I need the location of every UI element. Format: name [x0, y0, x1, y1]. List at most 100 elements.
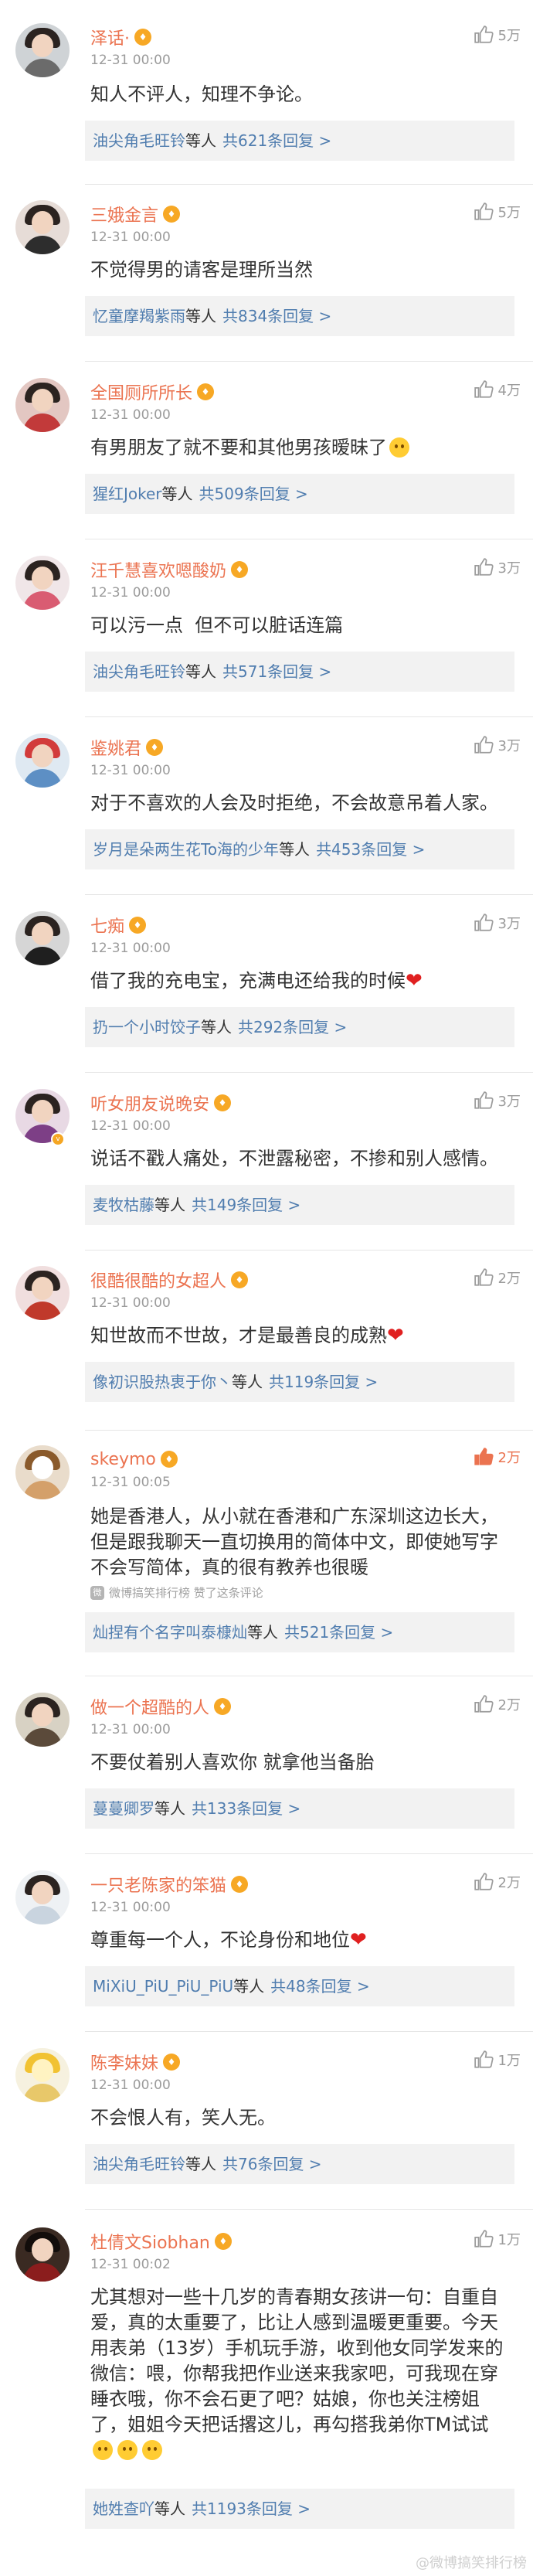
username[interactable]: 泽话·: [90, 25, 130, 49]
like-button[interactable]: 2万: [474, 1447, 521, 1467]
thumbs-up-icon: [474, 202, 494, 220]
reply-count-link[interactable]: 共834条回复 >: [222, 307, 331, 325]
reply-count-link[interactable]: 共149条回复 >: [192, 1196, 300, 1214]
like-button[interactable]: 1万: [474, 2050, 521, 2070]
reply-summary[interactable]: 油尖角毛旺铃等人 共571条回复 >: [85, 652, 514, 692]
reply-count-link[interactable]: 共1193条回复 >: [192, 2499, 311, 2518]
thumbs-up-icon: [474, 558, 494, 576]
reply-names[interactable]: MiXiU_PiU_PiU_PiU: [93, 1977, 233, 1996]
reply-summary[interactable]: 忆童摩羯紫雨等人 共834条回复 >: [85, 296, 514, 336]
reply-summary[interactable]: 岁月是朵两生花To海的少年等人 共453条回复 >: [85, 829, 514, 869]
username[interactable]: 全国厕所所长: [90, 379, 192, 404]
username[interactable]: 陈李妹妹: [90, 2050, 158, 2074]
reply-names[interactable]: 蔓蔓卿罗: [93, 1799, 154, 1818]
avatar[interactable]: [15, 556, 70, 610]
like-count: 5万: [497, 28, 521, 44]
reply-names[interactable]: 她姓查吖: [93, 2499, 154, 2518]
username[interactable]: skeymo: [90, 1450, 156, 1469]
reply-count-link[interactable]: 共76条回复 >: [222, 2155, 322, 2173]
vip-badge-icon: ♦: [231, 561, 249, 578]
divider: [85, 1072, 533, 1073]
avatar[interactable]: [15, 378, 70, 432]
thumbs-up-icon: [474, 1448, 494, 1465]
reply-suffix: 等人: [185, 307, 216, 325]
username[interactable]: 听女朋友说晚安: [90, 1091, 209, 1115]
reply-count-link[interactable]: 共571条回复 >: [222, 662, 331, 681]
comment-time: 12-31 00:00: [90, 53, 171, 68]
comment-time: 12-31 00:00: [90, 1295, 171, 1311]
username[interactable]: 做一个超酷的人: [90, 1694, 209, 1719]
avatar[interactable]: [15, 1266, 70, 1320]
reply-summary[interactable]: 猩红Joker等人 共509条回复 >: [85, 474, 514, 514]
like-button[interactable]: 2万: [474, 1268, 521, 1288]
like-button[interactable]: 5万: [474, 202, 521, 222]
reply-names[interactable]: 油尖角毛旺铃: [93, 662, 185, 681]
comment-text: 不觉得男的请客是理所当然: [90, 259, 313, 281]
avatar[interactable]: [15, 1445, 70, 1499]
avatar[interactable]: [15, 200, 70, 254]
reply-names[interactable]: 猩红Joker: [93, 485, 162, 503]
avatar[interactable]: [15, 2227, 70, 2282]
reply-names[interactable]: 像初识股热衷于你丶: [93, 1373, 232, 1391]
like-button[interactable]: 4万: [474, 379, 521, 400]
reply-names[interactable]: 岁月是朵两生花To海的少年: [93, 840, 279, 859]
like-count: 1万: [497, 2232, 521, 2248]
reply-names[interactable]: 油尖角毛旺铃: [93, 131, 185, 150]
reply-count-link[interactable]: 共509条回复 >: [199, 485, 308, 503]
username[interactable]: 三娥金言: [90, 202, 158, 226]
reply-count-link[interactable]: 共119条回复 >: [269, 1373, 378, 1391]
avatar[interactable]: [15, 23, 70, 77]
username[interactable]: 杜倩文Siobhan: [90, 2229, 210, 2254]
comment-text: 她是香港人，从小就在香港和广东深圳这边长大，但是跟我聊天一直切换用的简体中文，即…: [90, 1506, 498, 1578]
like-button[interactable]: 3万: [474, 735, 521, 755]
reply-summary[interactable]: 扔一个小时饺子等人 共292条回复 >: [85, 1007, 514, 1047]
reply-suffix: 等人: [154, 2499, 185, 2518]
reply-names[interactable]: 灿捏有个名字叫泰槺灿: [93, 1623, 247, 1642]
vip-badge-icon: ♦: [134, 29, 151, 46]
avatar[interactable]: [15, 911, 70, 965]
reply-summary[interactable]: 麦牧枯藤等人 共149条回复 >: [85, 1185, 514, 1225]
like-button[interactable]: 3万: [474, 913, 521, 933]
username[interactable]: 汪千慧喜欢嗯酸奶: [90, 557, 226, 582]
like-button[interactable]: 1万: [474, 2229, 521, 2249]
like-button[interactable]: 5万: [474, 25, 521, 45]
avatar[interactable]: [15, 733, 70, 788]
reply-suffix: 等人: [154, 1799, 185, 1818]
reply-names[interactable]: 扔一个小时饺子: [93, 1018, 201, 1036]
reply-names[interactable]: 忆童摩羯紫雨: [93, 307, 185, 325]
comment-item: 泽话· ♦ 12-31 00:00 5万 知人不评人，知理不争论。 油尖角毛旺铃等…: [0, 22, 533, 185]
like-button[interactable]: 3万: [474, 1091, 521, 1111]
username[interactable]: 鉴姚君: [90, 735, 141, 760]
reply-summary[interactable]: MiXiU_PiU_PiU_PiU等人 共48条回复 >: [85, 1966, 514, 2006]
reply-suffix: 等人: [161, 485, 193, 503]
reply-count-link[interactable]: 共292条回复 >: [238, 1018, 347, 1036]
verified-badge-icon: v: [51, 1132, 65, 1146]
avatar[interactable]: [15, 2048, 70, 2102]
reply-count-link[interactable]: 共521条回复 >: [284, 1623, 393, 1642]
username[interactable]: 一只老陈家的笨猫: [90, 1872, 226, 1897]
like-button[interactable]: 2万: [474, 1694, 521, 1714]
avatar[interactable]: [15, 1870, 70, 1924]
comment-item: 做一个超酷的人 ♦ 12-31 00:00 2万 不要仗着别人喜欢你 就拿他当备胎…: [0, 1691, 533, 1854]
username[interactable]: 很酷很酷的女超人: [90, 1268, 226, 1292]
reply-names[interactable]: 麦牧枯藤: [93, 1196, 154, 1214]
like-button[interactable]: 2万: [474, 1872, 521, 1892]
reply-summary[interactable]: 蔓蔓卿罗等人 共133条回复 >: [85, 1788, 514, 1829]
weibo-icon: 微: [90, 1585, 104, 1600]
reply-count-link[interactable]: 共48条回复 >: [270, 1977, 370, 1996]
reply-summary[interactable]: 油尖角毛旺铃等人 共76条回复 >: [85, 2144, 514, 2184]
avatar[interactable]: [15, 1693, 70, 1747]
reply-summary[interactable]: 她姓查吖等人 共1193条回复 >: [85, 2489, 514, 2529]
comment-item: 杜倩文Siobhan ♦ 12-31 00:02 1万 尤其想对一些十几岁的青春期…: [0, 2226, 533, 2550]
reply-summary[interactable]: 像初识股热衷于你丶等人 共119条回复 >: [85, 1362, 514, 1402]
username[interactable]: 七痴: [90, 913, 124, 938]
reply-count-link[interactable]: 共133条回复 >: [192, 1799, 300, 1818]
thumbs-up-icon: [474, 26, 494, 43]
reply-count-link[interactable]: 共453条回复 >: [316, 840, 425, 859]
like-button[interactable]: 3万: [474, 557, 521, 577]
reply-count-link[interactable]: 共621条回复 >: [222, 131, 331, 150]
reply-names[interactable]: 油尖角毛旺铃: [93, 2155, 185, 2173]
thumbs-up-icon: [474, 1268, 494, 1286]
reply-summary[interactable]: 油尖角毛旺铃等人 共621条回复 >: [85, 121, 514, 161]
reply-summary[interactable]: 灿捏有个名字叫泰槺灿等人 共521条回复 >: [85, 1612, 514, 1652]
